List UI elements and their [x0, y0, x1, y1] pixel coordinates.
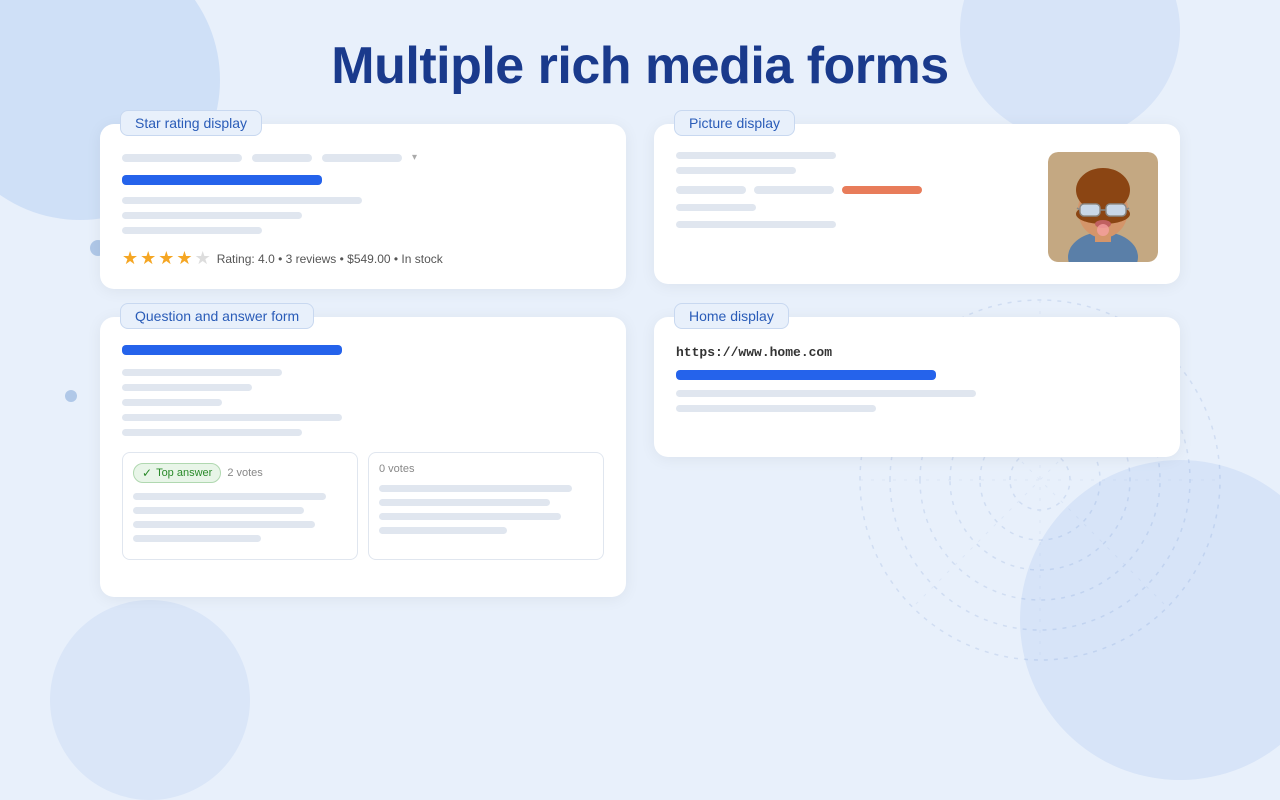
stars-display: ★ ★ ★ ★ ★ [122, 248, 211, 269]
top-answer-votes: 2 votes [227, 467, 262, 479]
home-skel-2 [676, 405, 876, 412]
home-display-card-wrapper: Home display https://www.home.com [654, 317, 1180, 597]
ans-skel-4 [133, 535, 261, 542]
star-rating-card-wrapper: Star rating display ▾ ★ ★ ★ ★ ★ Rat [100, 124, 626, 289]
other-ans-skel-4 [379, 527, 507, 534]
pic-skel-sm-2 [754, 186, 834, 194]
qa-skel-1 [122, 369, 282, 376]
home-progress-bar [676, 370, 936, 380]
top-cards-row: Star rating display ▾ ★ ★ ★ ★ ★ Rat [0, 124, 1280, 289]
star-3: ★ [158, 248, 174, 269]
ans-skel-3 [133, 521, 315, 528]
qa-answers-row: ✓ Top answer 2 votes 0 votes [122, 452, 604, 560]
picture-content-side [676, 152, 1032, 262]
skel-bar-2 [252, 154, 312, 162]
qa-skel-5 [122, 429, 302, 436]
qa-skel-4 [122, 414, 342, 421]
star-1: ★ [122, 248, 138, 269]
rating-text: Rating: 4.0 • 3 reviews • $549.00 • In s… [217, 252, 443, 266]
skel-bar-1 [122, 154, 242, 162]
pic-skel-line-4 [676, 221, 836, 228]
top-answer-badge: ✓ Top answer [133, 463, 221, 483]
other-answer-votes: 0 votes [379, 463, 414, 475]
home-url-text: https://www.home.com [676, 345, 1158, 360]
home-display-card-body: https://www.home.com [654, 317, 1180, 457]
pic-skel-line-3 [676, 204, 756, 211]
picture-display-card-wrapper: Picture display [654, 124, 1180, 289]
skel-line-2 [122, 212, 302, 219]
bg-decoration-circle-bl [50, 600, 250, 800]
top-answer-label: Top answer [156, 467, 212, 479]
other-answer-box: 0 votes [368, 452, 604, 560]
picture-card-inner [676, 152, 1158, 262]
pic-skel-line-1 [676, 152, 836, 159]
star-2: ★ [140, 248, 156, 269]
skel-line-3 [122, 227, 262, 234]
picture-display-card-body [654, 124, 1180, 284]
product-image [1048, 152, 1158, 262]
qa-form-label: Question and answer form [120, 303, 314, 329]
home-url-value: https://www.home.com [676, 345, 832, 360]
qa-skel-3 [122, 399, 222, 406]
star-5: ★ [195, 248, 211, 269]
other-ans-skel-1 [379, 485, 572, 492]
pic-skel-orange [842, 186, 922, 194]
ans-skel-1 [133, 493, 326, 500]
star-4: ★ [176, 248, 192, 269]
progress-bar-blue [122, 175, 322, 185]
product-image-svg [1048, 152, 1158, 262]
pic-skel-sm-1 [676, 186, 746, 194]
other-ans-skel-3 [379, 513, 561, 520]
pic-skel-line-2 [676, 167, 796, 174]
star-rating-row: ★ ★ ★ ★ ★ Rating: 4.0 • 3 reviews • $549… [122, 248, 604, 269]
qa-skel-2 [122, 384, 252, 391]
qa-progress-bar [122, 345, 342, 355]
dropdown-arrow-icon: ▾ [412, 152, 417, 163]
check-circle-icon: ✓ [142, 466, 152, 480]
top-answer-header: ✓ Top answer 2 votes [133, 463, 347, 483]
qa-form-card-wrapper: Question and answer form ✓ Top answer 2 … [100, 317, 626, 597]
home-display-label: Home display [674, 303, 789, 329]
picture-display-label: Picture display [674, 110, 795, 136]
top-answer-box: ✓ Top answer 2 votes [122, 452, 358, 560]
ans-skel-2 [133, 507, 304, 514]
qa-form-card-body: ✓ Top answer 2 votes 0 votes [100, 317, 626, 597]
home-skel-1 [676, 390, 976, 397]
skel-bar-3 [322, 154, 402, 162]
star-rating-label: Star rating display [120, 110, 262, 136]
star-rating-top-row: ▾ [122, 152, 604, 163]
other-answer-header: 0 votes [379, 463, 593, 475]
star-rating-card-body: ▾ ★ ★ ★ ★ ★ Rating: 4.0 • 3 reviews • $5… [100, 124, 626, 289]
other-ans-skel-2 [379, 499, 550, 506]
skel-line-1 [122, 197, 362, 204]
pic-row-1 [676, 186, 1032, 194]
bottom-cards-row: Question and answer form ✓ Top answer 2 … [0, 317, 1280, 597]
